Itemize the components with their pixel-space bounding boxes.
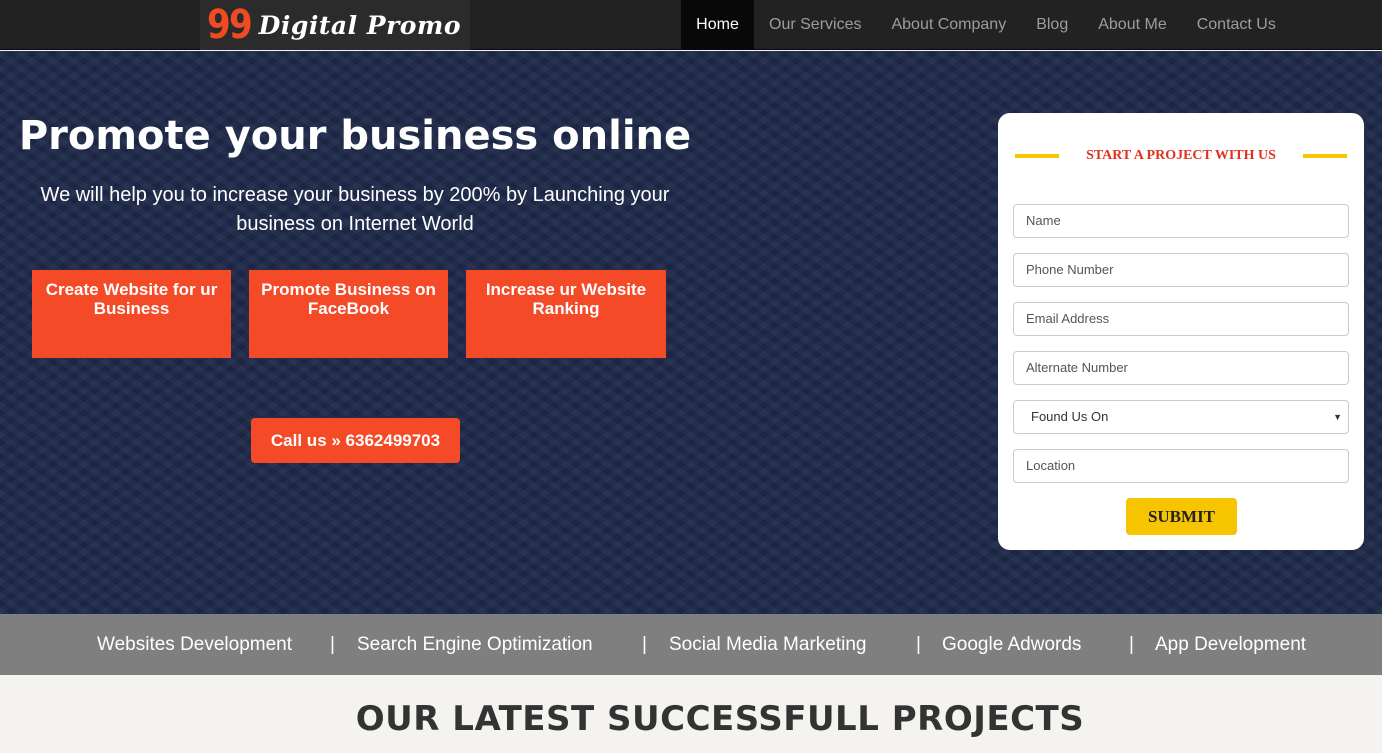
logo-text: Digital Promo <box>258 10 462 40</box>
project-form: START A PROJECT WITH US Name Phone Numbe… <box>998 113 1364 550</box>
found-us-selected-value: Found Us On <box>1031 409 1109 424</box>
strip-item-seo[interactable]: Search Engine Optimization <box>357 614 593 675</box>
nav-home[interactable]: Home <box>681 0 754 50</box>
hero-section: Promote your business online We will hel… <box>0 51 1382 614</box>
strip-separator: | <box>642 634 647 655</box>
top-navbar: 99 Digital Promo Home Our Services About… <box>0 0 1382 50</box>
email-field[interactable]: Email Address <box>1013 302 1349 336</box>
nav-blog[interactable]: Blog <box>1021 0 1083 50</box>
name-field[interactable]: Name <box>1013 204 1349 238</box>
nav-our-services[interactable]: Our Services <box>754 0 876 50</box>
chevron-down-icon: ▼ <box>1333 412 1342 422</box>
services-strip: Websites Development | Search Engine Opt… <box>0 614 1382 675</box>
create-website-button[interactable]: Create Website for ur Business <box>32 270 231 358</box>
strip-item-websites-development[interactable]: Websites Development <box>97 614 292 675</box>
form-header-bar-right <box>1303 154 1347 158</box>
projects-title: OUR LATEST SUCCESSFULL PROJECTS <box>355 699 1085 739</box>
hero-subtitle: We will help you to increase your busine… <box>40 184 670 235</box>
projects-section: OUR LATEST SUCCESSFULL PROJECTS <box>0 675 1382 753</box>
alternate-number-field[interactable]: Alternate Number <box>1013 351 1349 385</box>
nav-about-company[interactable]: About Company <box>876 0 1021 50</box>
phone-field[interactable]: Phone Number <box>1013 253 1349 287</box>
strip-separator: | <box>330 634 335 655</box>
strip-item-google-adwords[interactable]: Google Adwords <box>942 614 1081 675</box>
location-field[interactable]: Location <box>1013 449 1349 483</box>
form-header: START A PROJECT WITH US <box>1015 148 1347 163</box>
main-nav: Home Our Services About Company Blog Abo… <box>681 0 1291 50</box>
strip-separator: | <box>1129 634 1134 655</box>
brand-logo[interactable]: 99 Digital Promo <box>200 0 470 50</box>
strip-item-social-media[interactable]: Social Media Marketing <box>669 614 866 675</box>
increase-ranking-button[interactable]: Increase ur Website Ranking <box>466 270 666 358</box>
strip-item-app-development[interactable]: App Development <box>1155 614 1306 675</box>
nav-contact-us[interactable]: Contact Us <box>1182 0 1291 50</box>
form-title: START A PROJECT WITH US <box>1086 148 1276 163</box>
found-us-select[interactable]: Found Us On ▼ <box>1013 400 1349 434</box>
promote-facebook-button[interactable]: Promote Business on FaceBook <box>249 270 448 358</box>
form-header-bar-left <box>1015 154 1059 158</box>
nav-about-me[interactable]: About Me <box>1083 0 1181 50</box>
call-us-button[interactable]: Call us » 6362499703 <box>251 418 460 463</box>
strip-separator: | <box>916 634 921 655</box>
logo-number: 99 <box>207 2 253 48</box>
submit-button[interactable]: SUBMIT <box>1126 498 1237 535</box>
hero-title: Promote your business online <box>18 113 692 159</box>
